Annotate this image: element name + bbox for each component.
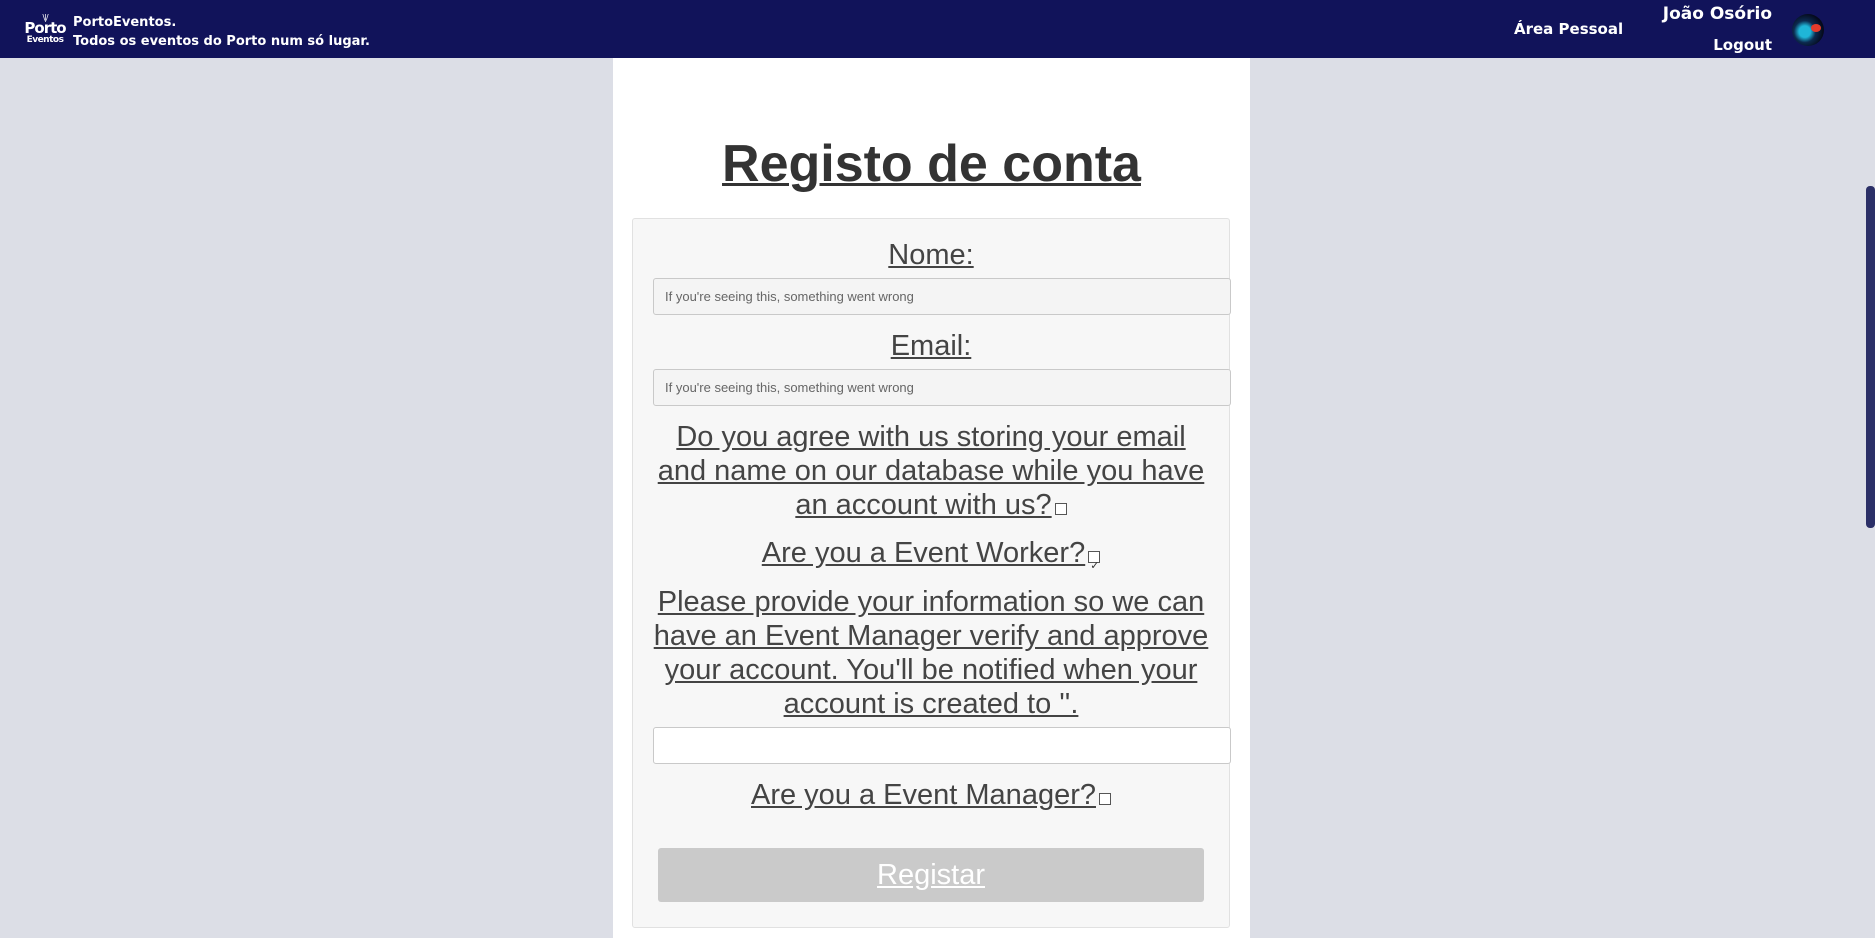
event-manager-text: Are you a Event Manager? <box>751 779 1096 811</box>
page-title: Registo de conta <box>722 135 1141 193</box>
porto-eventos-logo[interactable]: \|/ Porto Eventos <box>24 14 66 45</box>
logo-word-top: Porto <box>24 19 66 37</box>
consent-checkbox[interactable] <box>1054 503 1067 515</box>
user-name: João Osório <box>1662 4 1772 24</box>
worker-info-input[interactable] <box>653 727 1231 764</box>
brand-text: PortoEventos. Todos os eventos do Porto … <box>73 13 370 51</box>
brand-tagline: Todos os eventos do Porto num só lugar. <box>73 34 370 49</box>
event-worker-question: Are you a Event Worker? <box>653 536 1209 583</box>
register-button[interactable]: Registar <box>658 848 1204 902</box>
consent-question: Do you agree with us storing your email … <box>653 420 1209 522</box>
consent-text: Do you agree with us storing your email … <box>657 421 1205 521</box>
logout-link[interactable]: Logout <box>1713 36 1772 54</box>
event-worker-text: Are you a Event Worker? <box>761 537 1086 569</box>
event-worker-checkbox[interactable] <box>1088 549 1101 583</box>
logo-word-bottom: Eventos <box>26 35 64 45</box>
event-manager-question: Are you a Event Manager? <box>653 778 1209 812</box>
event-manager-checkbox[interactable] <box>1098 793 1111 805</box>
top-navbar: \|/ Porto Eventos PortoEventos. Todos os… <box>0 0 1875 58</box>
nav-area-pessoal-link[interactable]: Área Pessoal <box>1514 20 1623 38</box>
registration-form-card <box>632 218 1230 928</box>
worker-info-text: Please provide your information so we ca… <box>653 586 1209 720</box>
email-label: Email: <box>890 330 972 362</box>
avatar[interactable] <box>1792 14 1824 46</box>
name-input[interactable] <box>653 278 1231 315</box>
brand-name: PortoEventos. <box>73 15 177 30</box>
scrollbar-thumb[interactable] <box>1866 186 1875 528</box>
name-label: Nome: <box>888 239 974 271</box>
email-input[interactable] <box>653 369 1231 406</box>
